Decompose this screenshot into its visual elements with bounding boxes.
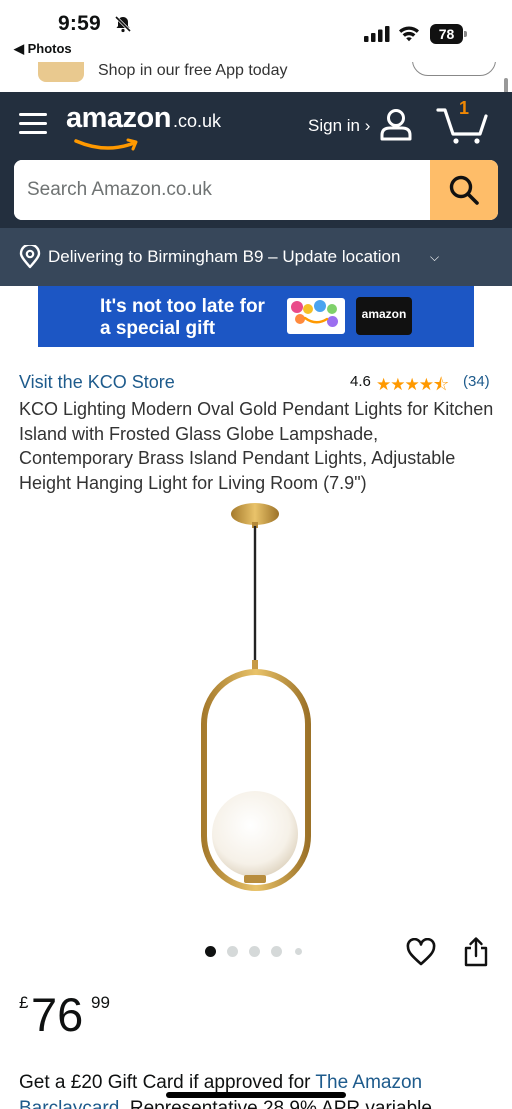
price-currency: £ bbox=[19, 993, 29, 1012]
battery-level: 78 bbox=[430, 24, 463, 44]
carousel-dot[interactable] bbox=[295, 948, 302, 955]
search-bar bbox=[14, 160, 498, 220]
carousel-dot[interactable] bbox=[205, 946, 216, 957]
battery-indicator: 78 bbox=[430, 24, 468, 44]
search-icon bbox=[449, 175, 479, 205]
delivery-text: Delivering to Birmingham B9 – Update loc… bbox=[48, 247, 401, 266]
price-whole: 76 bbox=[31, 988, 84, 1041]
logo-tld: .co.uk bbox=[172, 111, 222, 131]
product-page: 9:59 ◀ Photos 78 Shop in our free App to… bbox=[0, 0, 512, 1109]
logo-smile-icon bbox=[74, 138, 138, 151]
delivery-location-bar[interactable]: Delivering to Birmingham B9 – Update loc… bbox=[0, 228, 512, 286]
gift-card-image bbox=[287, 298, 345, 334]
heart-icon[interactable] bbox=[406, 938, 436, 968]
carousel-dot[interactable] bbox=[249, 946, 260, 957]
back-to-photos-link[interactable]: ◀ Photos bbox=[14, 41, 72, 57]
battery-nub bbox=[464, 31, 467, 37]
product-image[interactable] bbox=[190, 498, 322, 898]
search-input[interactable] bbox=[14, 160, 430, 220]
product-title: KCO Lighting Modern Oval Gold Pendant Li… bbox=[19, 399, 494, 493]
app-promo-button[interactable] bbox=[412, 62, 496, 76]
banner-line-1: It's not too late for bbox=[100, 296, 265, 317]
gift-offer-text: Get a £20 Gift Card if approved for bbox=[19, 1072, 316, 1093]
menu-icon[interactable] bbox=[19, 110, 47, 136]
gift-card-offer: Get a £20 Gift Card if approved for The … bbox=[19, 1072, 422, 1094]
barclaycard-link[interactable]: Barclaycard bbox=[19, 1098, 119, 1109]
app-promo-strip[interactable]: Shop in our free App today bbox=[0, 62, 512, 92]
amazon-logo[interactable]: amazon .co.uk bbox=[66, 102, 222, 151]
rating-count-link[interactable]: (34) bbox=[463, 373, 490, 390]
cellular-signal-icon bbox=[364, 26, 390, 42]
rating-value: 4.6 bbox=[350, 373, 371, 390]
search-button[interactable] bbox=[430, 160, 498, 220]
carousel-dot[interactable] bbox=[227, 946, 238, 957]
app-icon bbox=[38, 62, 84, 82]
silent-bell-icon bbox=[114, 15, 132, 33]
home-indicator[interactable] bbox=[166, 1092, 346, 1098]
carousel-dot[interactable] bbox=[271, 946, 282, 957]
app-promo-text: Shop in our free App today bbox=[98, 62, 288, 79]
status-time: 9:59 bbox=[58, 12, 101, 35]
promo-banner[interactable]: It's not too late for a special gift ama… bbox=[38, 286, 474, 347]
chevron-down-icon: ⌵ bbox=[430, 250, 440, 264]
site-header: amazon .co.uk Sign in › 1 bbox=[0, 92, 512, 228]
price-fraction: 99 bbox=[91, 993, 110, 1012]
wifi-icon bbox=[399, 26, 419, 42]
account-icon[interactable] bbox=[378, 106, 414, 142]
location-pin-icon bbox=[19, 245, 41, 269]
store-link[interactable]: Visit the KCO Store bbox=[19, 372, 175, 393]
status-bar: 9:59 ◀ Photos 78 bbox=[0, 0, 512, 68]
cart-count-badge: 1 bbox=[459, 98, 470, 118]
logo-word: amazon bbox=[66, 102, 171, 134]
gift-offer-link[interactable]: The Amazon bbox=[315, 1072, 422, 1093]
banner-brand: amazon bbox=[356, 297, 412, 335]
apr-text: . Representative 28.9% APR variable bbox=[119, 1098, 432, 1109]
gift-card-offer-line-2: Barclaycard. Representative 28.9% APR va… bbox=[19, 1098, 432, 1109]
sign-in-link[interactable]: Sign in › bbox=[308, 116, 370, 136]
banner-line-2: a special gift bbox=[100, 318, 216, 339]
share-icon[interactable] bbox=[462, 936, 490, 968]
